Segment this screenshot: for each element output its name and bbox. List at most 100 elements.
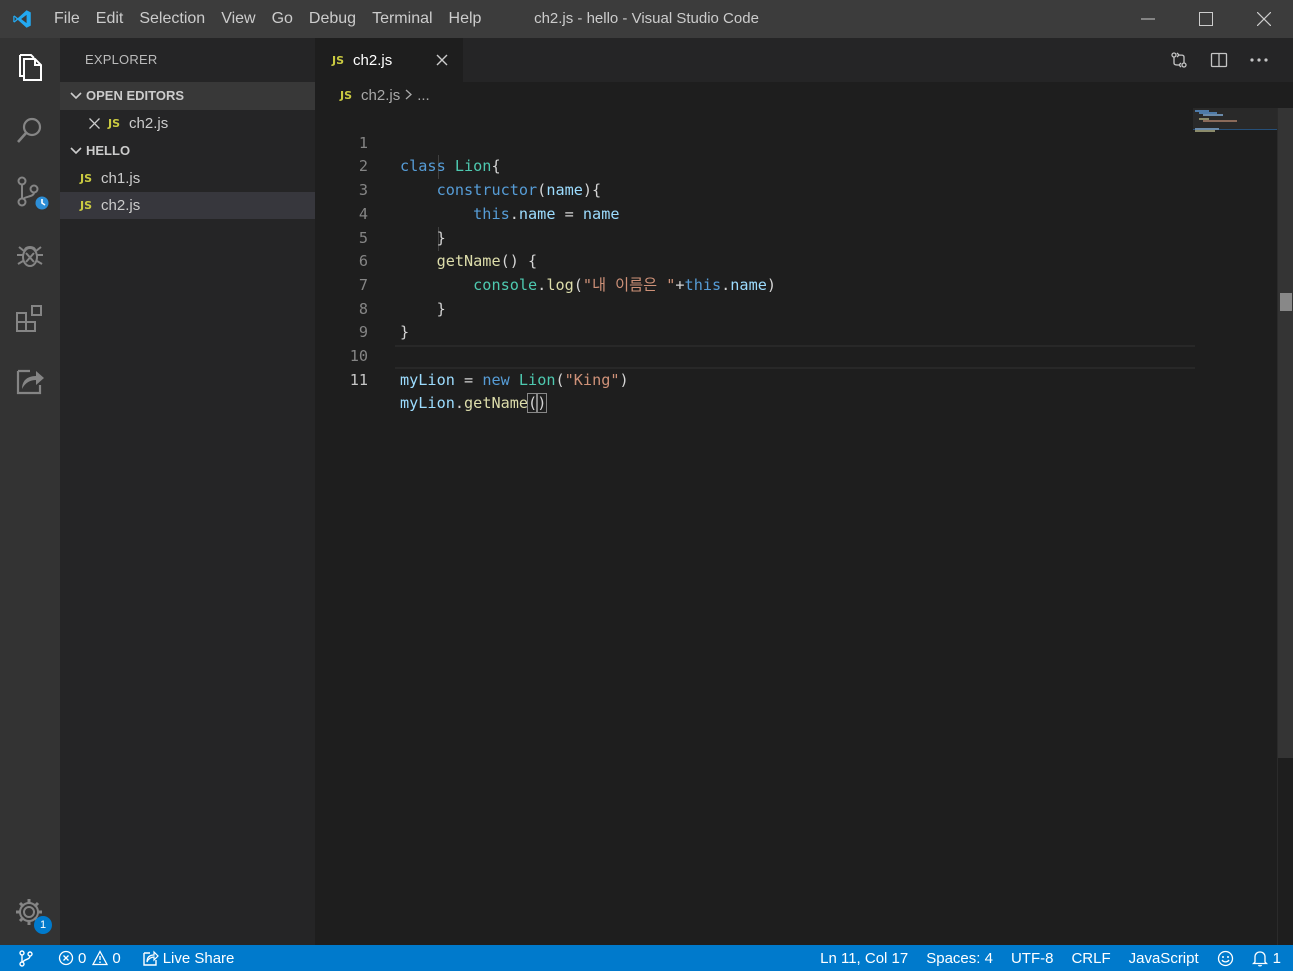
title-bar: File Edit Selection View Go Debug Termin…: [0, 0, 1293, 38]
code-line: 9: [315, 298, 1195, 341]
menu-help[interactable]: Help: [441, 0, 490, 38]
close-icon[interactable]: [86, 118, 102, 129]
more-actions-button[interactable]: [1239, 38, 1279, 82]
indentation[interactable]: Spaces: 4: [917, 945, 1002, 971]
activity-source-control[interactable]: [0, 162, 60, 222]
activity-explorer[interactable]: [0, 38, 60, 98]
maximize-icon: [1199, 12, 1213, 26]
tab-close-button[interactable]: [433, 51, 451, 69]
minimize-icon: [1141, 18, 1155, 20]
vscode-logo-icon: [0, 0, 44, 38]
code-line: 1 class Lion{: [315, 108, 1195, 176]
vertical-scrollbar[interactable]: [1277, 108, 1293, 945]
minimize-button[interactable]: [1119, 0, 1177, 38]
close-window-button[interactable]: [1235, 0, 1293, 38]
remote-button[interactable]: [0, 945, 44, 971]
activity-search[interactable]: [0, 100, 60, 160]
menu-view[interactable]: View: [213, 0, 263, 38]
open-editors-header[interactable]: OPEN EDITORS: [60, 82, 315, 110]
code-text: myLion.getName(): [400, 393, 548, 414]
sidebar-title: EXPLORER: [85, 52, 158, 67]
js-file-icon: JS: [108, 117, 121, 130]
notifications-button[interactable]: 1: [1243, 945, 1293, 971]
cursor-position[interactable]: Ln 11, Col 17: [811, 945, 917, 971]
code-text: myLion = new Lion("King"): [400, 370, 629, 389]
close-icon: [436, 54, 448, 66]
live-share-icon: [142, 950, 159, 966]
minimap[interactable]: [1193, 108, 1277, 945]
breadcrumb: JS ch2.js ...: [315, 82, 1293, 108]
activity-debug[interactable]: [0, 225, 60, 285]
error-icon: [58, 950, 74, 966]
minimap-line: [1195, 130, 1215, 132]
file-name: ch2.js: [101, 197, 141, 214]
warning-icon: [92, 950, 109, 966]
folder-label: HELLO: [86, 143, 131, 158]
tab-label: ch2.js: [353, 51, 393, 69]
source-control-icon: [19, 950, 33, 967]
breadcrumb-symbol[interactable]: ...: [417, 87, 430, 104]
js-file-icon: JS: [340, 88, 353, 102]
bell-icon: [1251, 950, 1268, 967]
end-of-line[interactable]: CRLF: [1062, 945, 1119, 971]
warning-count: 0: [112, 949, 121, 967]
file-item-ch2[interactable]: JS ch2.js: [60, 192, 315, 219]
open-changes-button[interactable]: [1159, 38, 1199, 82]
chevron-down-icon: [68, 82, 84, 110]
scrollbar-cursor-marker: [1280, 293, 1292, 311]
settings-badge: 1: [34, 916, 52, 934]
live-share-button[interactable]: Live Share: [130, 945, 244, 971]
menu-debug[interactable]: Debug: [301, 0, 364, 38]
code-line: 8 }: [315, 274, 1195, 342]
code-line: 6 console.log("내 이름은 "+this.name): [315, 227, 1195, 294]
tab-ch2[interactable]: JS ch2.js: [315, 38, 463, 82]
chevron-right-icon: [405, 87, 413, 104]
activity-live-share[interactable]: [0, 351, 60, 411]
js-file-icon: JS: [80, 199, 93, 212]
language-mode[interactable]: JavaScript: [1120, 945, 1208, 971]
code-line: 5 getName() {: [315, 203, 1195, 271]
live-share-icon: [16, 369, 44, 395]
menu-selection[interactable]: Selection: [131, 0, 213, 38]
editor-tabs: JS ch2.js: [315, 38, 1293, 82]
status-right-group: Ln 11, Col 17 Spaces: 4 UTF-8 CRLF JavaS…: [811, 945, 1293, 971]
js-file-icon: JS: [332, 53, 345, 67]
problems-button[interactable]: 0 0: [44, 945, 130, 971]
menu-file[interactable]: File: [44, 0, 88, 38]
open-editor-item[interactable]: JS ch2.js: [60, 110, 315, 137]
status-bar: 0 0 Live Share Ln 11, Col 17 Spaces: 4 U…: [0, 945, 1293, 971]
menu-go[interactable]: Go: [264, 0, 301, 38]
menu-terminal[interactable]: Terminal: [364, 0, 440, 38]
ellipsis-icon: [1250, 58, 1268, 62]
menu-edit[interactable]: Edit: [88, 0, 132, 38]
maximize-button[interactable]: [1177, 0, 1235, 38]
code-editor[interactable]: 1 class Lion{ 2 constructor(name){ 3 thi…: [315, 108, 1277, 945]
scrollbar-thumb[interactable]: [1278, 108, 1293, 758]
js-file-icon: JS: [80, 172, 93, 185]
explorer-icon: [19, 54, 42, 81]
code-line: 3 this.name = name: [315, 155, 1195, 223]
chevron-down-icon: [68, 137, 84, 165]
feedback-button[interactable]: [1208, 945, 1243, 971]
menu-bar: File Edit Selection View Go Debug Termin…: [44, 0, 489, 38]
encoding[interactable]: UTF-8: [1002, 945, 1063, 971]
live-share-label: Live Share: [162, 949, 235, 967]
close-icon: [1257, 12, 1271, 26]
split-editor-icon: [1210, 52, 1228, 68]
breadcrumb-file[interactable]: ch2.js: [361, 87, 400, 104]
code-line: 11 myLion.getName(): [315, 345, 1195, 414]
folder-header[interactable]: HELLO: [60, 137, 315, 165]
extensions-icon: [16, 305, 42, 332]
activity-bar: 1: [0, 38, 60, 945]
activity-extensions[interactable]: [0, 288, 60, 348]
smiley-icon: [1217, 950, 1233, 966]
activity-settings[interactable]: 1: [0, 883, 60, 943]
error-count: 0: [78, 949, 87, 967]
split-editor-button[interactable]: [1199, 38, 1239, 82]
file-name: ch1.js: [101, 170, 141, 187]
code-line: 10 myLion = new Lion("King"): [315, 321, 1195, 389]
search-icon: [17, 117, 42, 143]
minimap-line: [1203, 114, 1223, 116]
open-editors-label: OPEN EDITORS: [86, 88, 185, 103]
file-item-ch1[interactable]: JS ch1.js: [60, 165, 315, 192]
